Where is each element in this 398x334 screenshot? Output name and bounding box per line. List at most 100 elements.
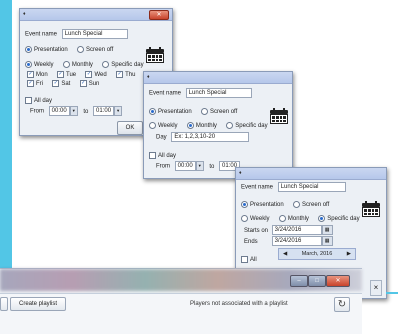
maximize-button[interactable]: □ [308,275,326,287]
ends-input[interactable]: 3/24/2016 [271,236,322,246]
screen-off-radio[interactable] [201,108,209,115]
to-time-input[interactable]: 01:00 [93,106,115,116]
mon-label: Mon [36,72,48,79]
specific-day-radio[interactable] [102,61,110,68]
all-day-label: All day [34,98,53,105]
all-day-checkbox[interactable] [25,97,32,104]
specific-day-radio[interactable] [318,215,326,222]
title-bar: ♦ [236,168,386,180]
recurrence-row: Weekly Monthly Specific day [241,215,360,222]
thu-checkbox[interactable]: ✓ [116,71,124,78]
background-accent [0,0,12,270]
ok-button[interactable]: OK [117,121,143,135]
fri-checkbox[interactable]: ✓ [27,80,34,87]
event-name-row: Event name Lunch Special [149,88,252,98]
calendar-icon [362,201,380,217]
sat-checkbox[interactable]: ✓ [52,80,60,87]
day-input[interactable]: Ex: 1,2,3,10-20 [171,132,250,142]
from-label: From [30,108,44,115]
all-day-label: All [250,257,257,264]
specific-day-label: Specific day [111,62,144,69]
mode-row: Presentation Screen off [25,46,113,53]
tue-checkbox[interactable]: ✓ [57,71,65,78]
monthly-label: Monthly [287,216,309,223]
wed-checkbox[interactable]: ✓ [85,71,93,78]
screen-off-radio[interactable] [77,46,85,53]
fri-label: Fri [36,81,43,88]
presentation-radio[interactable] [25,46,32,53]
weekly-radio[interactable] [241,215,248,222]
sat-label: Sat [61,81,71,88]
time-row: From 00:00 ▼ to 01:00 [156,161,241,171]
calendar-month-label: March, 2016 [301,251,333,257]
window-controls: – □ ✕ [290,275,350,287]
weekly-label: Weekly [250,216,270,223]
all-day-row: All day [149,152,176,159]
expand-icon: × [370,280,382,296]
wed-label: Wed [94,72,107,79]
minimize-button[interactable]: – [290,275,308,287]
to-dropdown-icon[interactable]: ▼ [114,106,123,116]
mode-row: Presentation Screen off [149,108,237,115]
event-name-input[interactable]: Lunch Special [277,182,346,192]
event-name-input[interactable]: Lunch Special [61,29,128,39]
days-row-1: ✓ Mon ✓ Tue ✓ Wed ✓ Thu [27,71,135,78]
event-name-input[interactable]: Lunch Special [185,88,252,98]
presentation-radio[interactable] [241,201,248,208]
recurrence-row: Weekly Monthly Specific day [25,61,144,68]
calendar-icon [146,47,164,63]
calendar-month-header: ◀ March, 2016 ▶ [278,248,356,260]
app-icon: ♦ [23,11,26,17]
specific-day-label: Specific day [235,123,268,130]
presentation-label: Presentation [34,47,68,54]
ends-label: Ends [244,238,258,245]
presentation-label: Presentation [250,202,284,209]
players-status-text: Players not associated with a playlist [190,301,288,307]
create-playlist-button[interactable]: Create playlist [10,297,66,311]
specific-day-label: Specific day [327,216,360,223]
all-day-row: All [241,256,257,263]
screen-off-radio[interactable] [293,201,301,208]
event-name-label: Event name [241,184,274,191]
from-time-input[interactable]: 00:00 [48,106,70,116]
specific-day-radio[interactable] [226,122,234,129]
tue-label: Tue [66,72,77,79]
all-day-row: All day [25,97,52,104]
presentation-radio[interactable] [149,108,156,115]
mode-row: Presentation Screen off [241,201,329,208]
from-label: From [156,163,170,170]
ends-calendar-icon[interactable]: ▦ [321,236,333,246]
next-month-icon[interactable]: ▶ [347,249,351,259]
starts-on-input[interactable]: 3/24/2016 [271,225,322,235]
monthly-label: Monthly [195,123,217,130]
title-bar: ♦ ✕ [20,9,172,21]
weekly-radio[interactable] [149,122,156,129]
close-button[interactable]: ✕ [149,10,169,20]
mon-checkbox[interactable]: ✓ [27,71,34,78]
all-day-checkbox[interactable] [149,152,156,159]
presentation-label: Presentation [158,109,192,116]
event-name-row: Event name Lunch Special [25,29,128,39]
weekly-label: Weekly [34,62,54,69]
days-row-2: ✓ Fri ✓ Sat ✓ Sun [27,80,99,87]
sun-label: Sun [88,81,100,88]
from-dropdown-icon[interactable]: ▼ [195,161,204,171]
starts-on-calendar-icon[interactable]: ▦ [321,225,333,235]
monthly-radio[interactable] [186,122,194,129]
thu-label: Thu [125,72,136,79]
all-day-checkbox[interactable] [241,256,248,263]
from-dropdown-icon[interactable]: ▼ [69,106,78,116]
monthly-radio[interactable] [62,61,70,68]
refresh-icon[interactable]: ↻ [334,297,350,312]
toolbar-left-button[interactable] [0,297,8,311]
monthly-radio[interactable] [278,215,286,222]
main-window: – □ ✕ Create playlist Players not associ… [0,268,362,334]
time-row: From 00:00 ▼ to 01:00 ▼ [30,106,123,116]
from-time-input[interactable]: 00:00 [174,161,196,171]
to-label: to [209,163,215,170]
prev-month-icon[interactable]: ◀ [283,249,287,259]
sun-checkbox[interactable]: ✓ [79,80,87,87]
event-name-label: Event name [149,90,182,97]
weekly-radio[interactable] [25,61,32,68]
close-button[interactable]: ✕ [326,275,350,287]
